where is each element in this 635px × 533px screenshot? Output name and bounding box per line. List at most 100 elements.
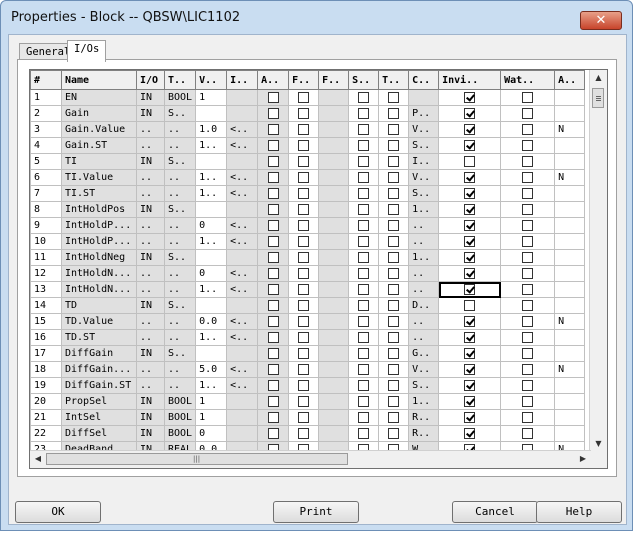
f2-cell[interactable]	[318, 201, 350, 218]
name-cell[interactable]: IntHoldPos	[61, 201, 137, 218]
vertical-scroll-thumb[interactable]	[592, 88, 604, 108]
s-checkbox[interactable]	[358, 139, 370, 151]
type-cell[interactable]: ..	[163, 313, 197, 330]
io-cell[interactable]: ..	[136, 265, 165, 282]
scroll-left-arrow-icon[interactable]: ◀	[32, 452, 44, 466]
row-number-cell[interactable]: 5	[30, 153, 62, 170]
i-cell[interactable]: <..	[226, 185, 259, 202]
a-cell[interactable]	[554, 233, 586, 250]
c-cell[interactable]: S..	[408, 377, 440, 394]
table-row[interactable]: 4 Gain.ST.... 1.. <.. S..	[30, 137, 586, 154]
invisible-checkbox[interactable]	[464, 299, 476, 311]
print-button[interactable]: Print	[273, 501, 359, 523]
c-cell[interactable]: S..	[408, 137, 440, 154]
row-number-cell[interactable]: 7	[30, 185, 62, 202]
c-cell[interactable]: R..	[408, 425, 440, 442]
name-cell[interactable]: TD.ST	[61, 329, 137, 346]
watch-checkbox[interactable]	[522, 187, 534, 199]
t-checkbox[interactable]	[388, 139, 400, 151]
invisible-checkbox[interactable]	[464, 203, 476, 215]
a-cell[interactable]	[554, 281, 586, 298]
horizontal-scrollbar[interactable]: ◀ ||| ▶	[30, 450, 591, 468]
column-header[interactable]: F..	[288, 70, 320, 90]
f1-checkbox[interactable]	[298, 107, 310, 119]
a-checkbox[interactable]	[267, 139, 279, 151]
row-number-cell[interactable]: 4	[30, 137, 62, 154]
i-cell[interactable]: <..	[226, 169, 259, 186]
s-checkbox[interactable]	[358, 267, 370, 279]
row-number-cell[interactable]: 12	[30, 265, 62, 282]
table-row[interactable]: 14 TD IN S.. D..	[30, 297, 586, 314]
f1-checkbox[interactable]	[298, 267, 310, 279]
table-row[interactable]: 16 TD.ST.... 1.. <....	[30, 329, 586, 346]
i-cell[interactable]: <..	[226, 313, 259, 330]
row-number-cell[interactable]: 16	[30, 329, 62, 346]
f1-checkbox[interactable]	[298, 283, 310, 295]
type-cell[interactable]: ..	[163, 281, 197, 298]
row-number-cell[interactable]: 18	[30, 361, 62, 378]
name-cell[interactable]: IntHoldN...	[61, 265, 137, 282]
a-cell[interactable]	[554, 153, 586, 170]
row-number-cell[interactable]: 6	[30, 169, 62, 186]
table-row[interactable]: 21 IntSel IN BOOL 1 R..	[30, 409, 586, 426]
name-cell[interactable]: TD.Value	[61, 313, 137, 330]
row-number-cell[interactable]: 9	[30, 217, 62, 234]
c-cell[interactable]: D..	[408, 297, 440, 314]
a-checkbox[interactable]	[267, 235, 279, 247]
f2-cell[interactable]	[318, 153, 350, 170]
a-cell[interactable]	[554, 137, 586, 154]
a-checkbox[interactable]	[267, 267, 279, 279]
t-checkbox[interactable]	[388, 219, 400, 231]
value-cell[interactable]: 1..	[195, 137, 228, 154]
column-header[interactable]: #	[30, 70, 62, 90]
a-checkbox[interactable]	[267, 187, 279, 199]
a-checkbox[interactable]	[267, 155, 279, 167]
invisible-checkbox[interactable]	[464, 347, 476, 359]
column-header[interactable]: T..	[163, 70, 197, 90]
table-row[interactable]: 1 EN IN BOOL 1	[30, 89, 586, 106]
io-cell[interactable]: IN	[136, 425, 165, 442]
watch-checkbox[interactable]	[522, 139, 534, 151]
table-row[interactable]: 11 IntHoldNeg IN S.. 1..	[30, 249, 586, 266]
a-cell[interactable]	[554, 201, 586, 218]
watch-checkbox[interactable]	[522, 299, 534, 311]
f2-cell[interactable]	[318, 249, 350, 266]
t-checkbox[interactable]	[388, 267, 400, 279]
f2-cell[interactable]	[318, 89, 350, 106]
table-row[interactable]: 8 IntHoldPos IN S.. 1..	[30, 201, 586, 218]
t-checkbox[interactable]	[388, 347, 400, 359]
watch-checkbox[interactable]	[522, 219, 534, 231]
io-cell[interactable]: IN	[136, 153, 165, 170]
table-row[interactable]: 17 DiffGain IN S.. G..	[30, 345, 586, 362]
row-number-cell[interactable]: 10	[30, 233, 62, 250]
s-checkbox[interactable]	[358, 155, 370, 167]
type-cell[interactable]: ..	[163, 217, 197, 234]
io-cell[interactable]: ..	[136, 185, 165, 202]
name-cell[interactable]: PropSel	[61, 393, 137, 410]
t-checkbox[interactable]	[388, 411, 400, 423]
t-checkbox[interactable]	[388, 395, 400, 407]
watch-checkbox[interactable]	[522, 203, 534, 215]
c-cell[interactable]: V..	[408, 121, 440, 138]
a-checkbox[interactable]	[267, 283, 279, 295]
type-cell[interactable]: BOOL	[163, 89, 197, 106]
a-checkbox[interactable]	[267, 347, 279, 359]
s-checkbox[interactable]	[358, 187, 370, 199]
table-row[interactable]: 19 DiffGain.ST.... 1.. <.. S..	[30, 377, 586, 394]
a-cell[interactable]	[554, 345, 586, 362]
table-row[interactable]: 20 PropSel IN BOOL 1 1..	[30, 393, 586, 410]
c-cell[interactable]: G..	[408, 345, 440, 362]
f1-checkbox[interactable]	[298, 187, 310, 199]
io-cell[interactable]: ..	[136, 361, 165, 378]
row-number-cell[interactable]: 2	[30, 105, 62, 122]
c-cell[interactable]: S..	[408, 185, 440, 202]
a-cell[interactable]	[554, 409, 586, 426]
c-cell[interactable]: 1..	[408, 201, 440, 218]
value-cell[interactable]: 1.0	[195, 121, 228, 138]
f1-checkbox[interactable]	[298, 427, 310, 439]
column-header[interactable]: F..	[318, 70, 350, 90]
s-checkbox[interactable]	[358, 171, 370, 183]
io-cell[interactable]: ..	[136, 169, 165, 186]
value-cell[interactable]: 1..	[195, 281, 228, 298]
a-checkbox[interactable]	[267, 171, 279, 183]
